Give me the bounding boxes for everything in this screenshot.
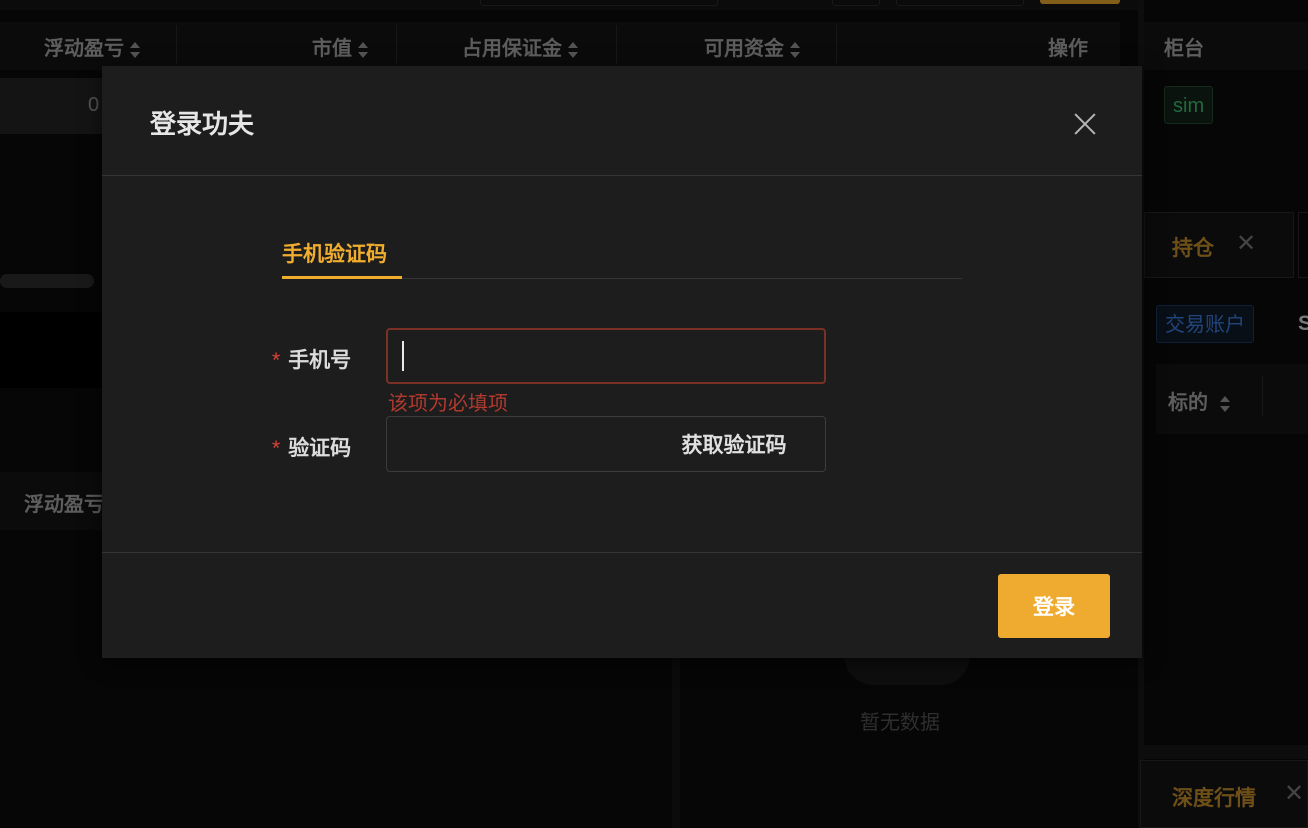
footer-divider <box>102 552 1142 553</box>
verification-code-input[interactable] <box>386 416 644 472</box>
code-label: * 验证码 <box>272 432 351 462</box>
header-divider <box>102 175 1142 176</box>
phone-label: * 手机号 <box>272 344 351 374</box>
login-dialog: 登录功夫 手机验证码 * 手机号 该项为必填项 * 验证码 获取验证码 登录 <box>102 66 1142 658</box>
close-icon[interactable] <box>1070 109 1100 139</box>
dialog-title: 登录功夫 <box>150 109 255 139</box>
phone-input[interactable] <box>386 328 826 384</box>
code-label-text: 验证码 <box>288 437 352 460</box>
get-code-button[interactable]: 获取验证码 <box>643 416 826 472</box>
required-mark: * <box>272 437 281 460</box>
required-mark: * <box>272 349 281 372</box>
login-button[interactable]: 登录 <box>998 574 1110 638</box>
tab-phone-code[interactable]: 手机验证码 <box>282 238 387 268</box>
phone-error-message: 该项为必填项 <box>388 393 508 415</box>
text-caret <box>402 341 404 371</box>
tab-active-indicator <box>282 276 402 279</box>
phone-label-text: 手机号 <box>288 349 352 372</box>
